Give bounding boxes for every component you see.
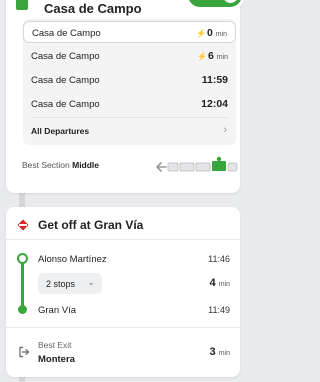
departure-destination: Casa de Campo: [32, 28, 101, 39]
go-arrow-icon: [223, 0, 238, 3]
departure-row-selected[interactable]: Casa de Campo ⚡0 min: [23, 21, 236, 43]
go-button[interactable]: GO: [185, 0, 245, 10]
route-line: [21, 257, 24, 309]
metro-logo-icon: [17, 219, 29, 231]
departure-time: 11:59: [201, 74, 228, 86]
chevron-right-icon[interactable]: ›: [223, 124, 227, 136]
departure-card: Casa de Campo GO Casa de Campo ⚡0 min Ca…: [6, 0, 245, 193]
chevron-down-icon: ⌄: [87, 277, 95, 287]
departure-row[interactable]: Casa de Campo 12:04: [23, 93, 236, 115]
exit-walk-duration: 3 min: [209, 346, 230, 358]
departure-destination: Casa de Campo: [31, 51, 100, 62]
departure-time: ⚡6 min: [196, 50, 228, 62]
destination-stop-dot: [18, 305, 27, 314]
realtime-icon: ⚡: [195, 29, 206, 38]
departure-row[interactable]: Casa de Campo ⚡6 min: [23, 45, 236, 67]
departure-destination: Casa de Campo: [31, 75, 100, 86]
departures-list: Casa de Campo ⚡0 min Casa de Campo ⚡6 mi…: [23, 19, 236, 145]
exit-icon: [19, 346, 30, 358]
divider: [31, 117, 228, 118]
departure-time: 12:04: [201, 98, 228, 110]
alight-title: Get off at Gran Vía: [38, 218, 144, 232]
realtime-icon: ⚡: [196, 52, 207, 61]
divider: [6, 327, 240, 328]
train-icon: [156, 156, 238, 172]
origin-station: Alonso Martínez: [38, 254, 107, 265]
route-rail-bottom: [19, 377, 25, 382]
departure-destination: Casa de Campo: [31, 99, 100, 110]
best-exit-label: Best Exit: [38, 340, 72, 350]
stops-toggle[interactable]: 2 stops ⌄: [38, 273, 102, 294]
departure-time: ⚡0 min: [195, 27, 227, 39]
line-badge-icon: [16, 0, 28, 10]
origin-stop-dot: [17, 253, 28, 264]
origin-time: 11:46: [208, 254, 230, 264]
best-section: Best Section Middle: [22, 160, 100, 170]
route-rail-top: [19, 193, 25, 207]
divider: [6, 239, 240, 240]
all-departures-link[interactable]: All Departures: [31, 126, 89, 136]
destination-station: Gran Vía: [38, 305, 77, 316]
best-exit-value: Montera: [38, 354, 75, 365]
destination-time: 11:49: [208, 305, 230, 315]
alight-card: Get off at Gran Vía Alonso Martínez 11:4…: [6, 207, 240, 377]
departure-row[interactable]: Casa de Campo 11:59: [23, 69, 236, 91]
stops-label: 2 stops: [46, 278, 76, 289]
go-label: GO: [197, 0, 219, 3]
ride-duration: 4 min: [209, 277, 230, 289]
stop-title: Casa de Campo: [44, 1, 142, 16]
